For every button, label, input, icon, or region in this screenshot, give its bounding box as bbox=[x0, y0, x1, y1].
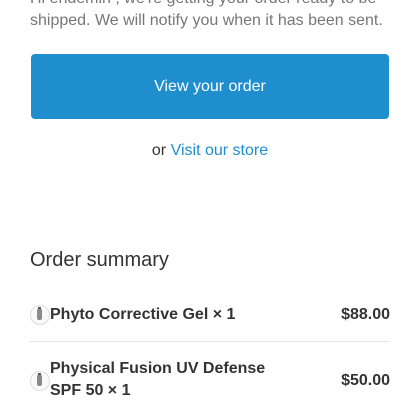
order-summary-heading: Order summary bbox=[30, 249, 169, 271]
item-price: $88.00 bbox=[341, 306, 390, 323]
product-thumbnail-icon bbox=[30, 371, 50, 391]
view-order-button-label: View your order bbox=[154, 77, 266, 95]
item-price: $50.00 bbox=[341, 372, 390, 389]
visit-store-line: or Visit our store bbox=[0, 142, 420, 160]
order-line-item: Phyto Corrective Gel × 1 $88.00 bbox=[30, 303, 390, 327]
order-line-item: Physical Fusion UV Defense SPF 50 × 1 $5… bbox=[30, 358, 390, 406]
or-text: or bbox=[151, 142, 167, 159]
view-order-button[interactable]: View your order bbox=[31, 54, 389, 119]
item-name: Phyto Corrective Gel × 1 bbox=[50, 306, 236, 323]
visit-store-link[interactable]: Visit our store bbox=[171, 142, 269, 159]
order-status-message: Hi endemin , we're getting your order re… bbox=[30, 0, 383, 29]
item-name: Physical Fusion UV Defense SPF 50 × 1 bbox=[50, 360, 266, 399]
product-thumbnail-icon bbox=[30, 305, 50, 325]
item-divider bbox=[30, 341, 390, 342]
